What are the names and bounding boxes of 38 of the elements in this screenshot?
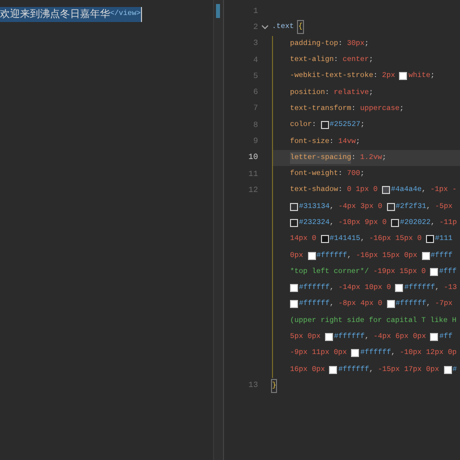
scrollbar-thumb[interactable]	[216, 4, 220, 18]
color-swatch[interactable]	[308, 252, 316, 260]
color-swatch[interactable]	[290, 202, 298, 211]
line-number: 3	[252, 39, 258, 48]
color-swatch[interactable]	[386, 202, 395, 211]
line-number: 8	[252, 120, 258, 130]
color-swatch[interactable]	[390, 219, 399, 227]
color-swatch[interactable]	[320, 121, 329, 130]
line-number: 7	[252, 104, 258, 114]
color-swatch[interactable]	[395, 284, 404, 292]
color-swatch[interactable]	[325, 333, 334, 342]
line-number: 2	[252, 22, 258, 32]
line-number: 9	[252, 137, 258, 146]
color-swatch[interactable]	[290, 300, 298, 308]
color-swatch[interactable]	[399, 72, 408, 80]
fold-chevron-icon[interactable]	[261, 24, 269, 30]
color-swatch[interactable]	[430, 268, 438, 276]
line-number: 13	[247, 381, 258, 390]
line-number: 11	[247, 170, 258, 179]
line-number: 12	[247, 186, 258, 195]
color-swatch[interactable]	[444, 366, 452, 374]
color-swatch[interactable]	[290, 284, 298, 292]
color-swatch[interactable]	[382, 186, 390, 194]
scrollbar[interactable]	[213, 0, 223, 460]
color-swatch[interactable]	[426, 235, 434, 244]
color-swatch[interactable]	[290, 219, 298, 227]
color-swatch[interactable]	[351, 349, 360, 358]
color-swatch[interactable]	[320, 235, 329, 244]
color-swatch[interactable]	[430, 333, 438, 342]
line-number: 10	[247, 153, 258, 162]
line-number: 4	[252, 56, 258, 65]
line-number: 1	[252, 6, 258, 16]
line-number: 6	[252, 88, 258, 98]
color-swatch[interactable]	[386, 300, 395, 308]
line-number: 5	[252, 72, 258, 81]
selected-text: 欢迎来到沸点冬日嘉年华	[0, 8, 110, 21]
color-swatch[interactable]	[329, 366, 338, 374]
color-swatch[interactable]	[422, 252, 430, 260]
